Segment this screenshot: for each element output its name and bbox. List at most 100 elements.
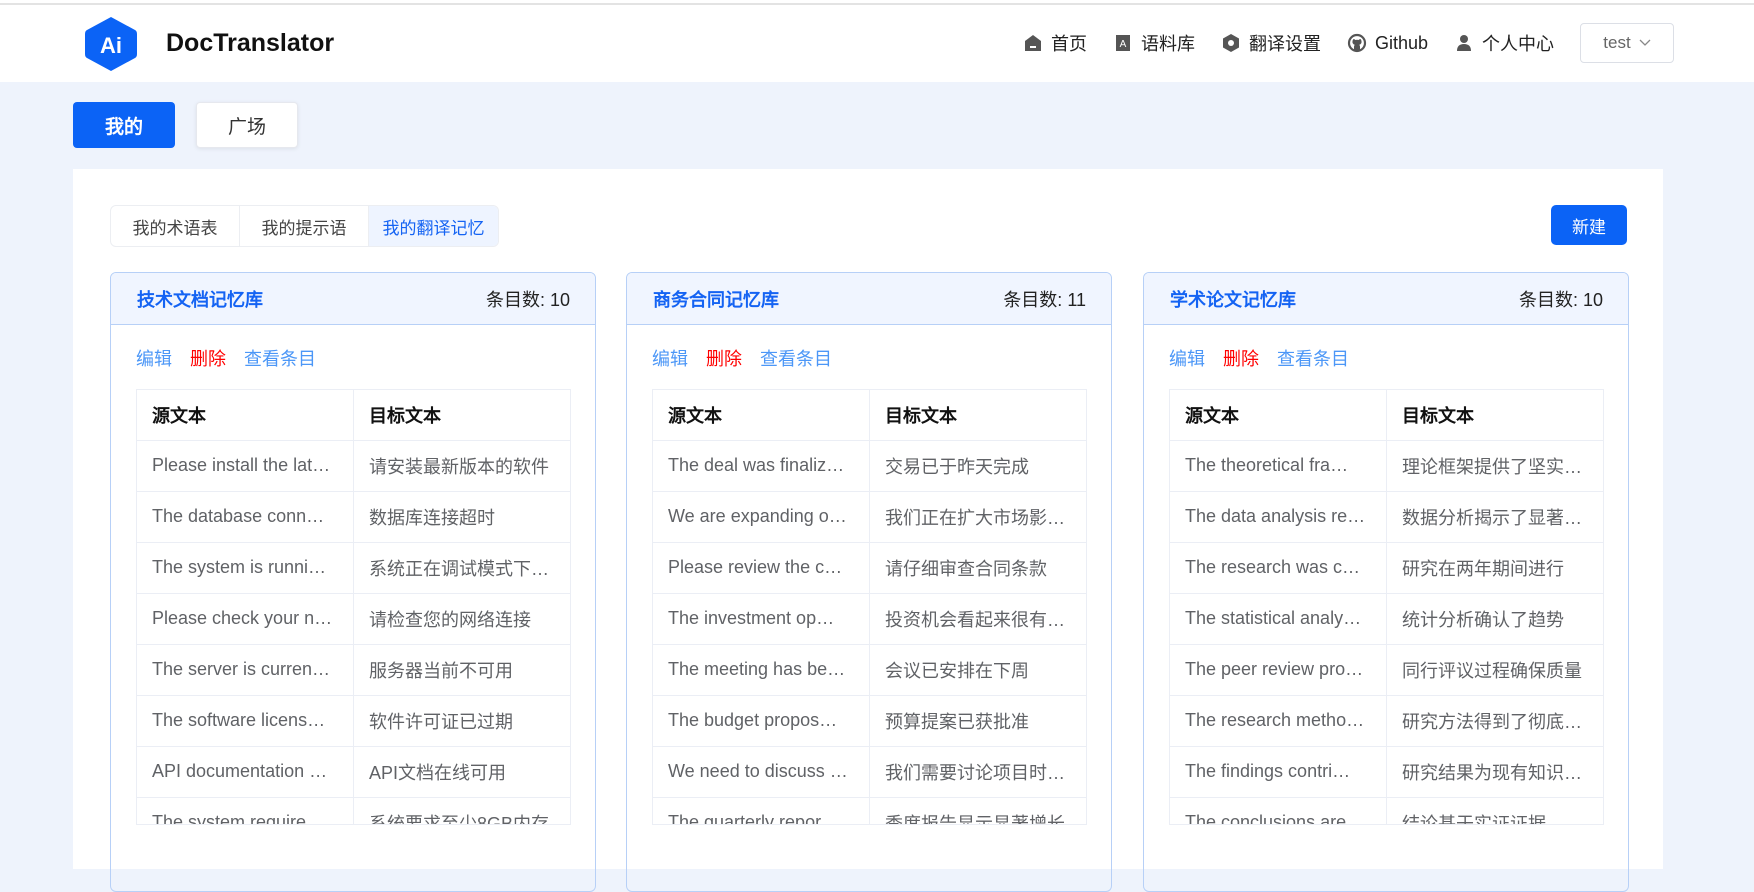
table-row[interactable]: The database conn… 数据库连接超时 (137, 491, 570, 543)
card-title[interactable]: 学术论文记忆库 (1170, 286, 1296, 312)
source-cell: Please install the lat… (137, 440, 354, 492)
table-row[interactable]: Please check your n… 请检查您的网络连接 (137, 593, 570, 645)
view-entries-link[interactable]: 查看条目 (1277, 345, 1349, 389)
table-row[interactable]: The findings contri… 研究结果为现有知识… (1170, 746, 1603, 798)
edit-link[interactable]: 编辑 (136, 345, 172, 389)
nav-label: 个人中心 (1482, 34, 1554, 54)
table-row[interactable]: Please install the lat… 请安装最新版本的软件 (137, 440, 570, 492)
target-cell: 软件许可证已过期 (353, 695, 570, 747)
table-row[interactable]: The research was c… 研究在两年期间进行 (1170, 542, 1603, 594)
source-cell: We are expanding o… (653, 491, 870, 543)
source-cell: The statistical analy… (1170, 593, 1387, 645)
target-cell: 数据库连接超时 (353, 491, 570, 543)
card-actions: 编辑 删除 查看条目 (111, 325, 595, 389)
source-cell: The server is curren… (137, 644, 354, 696)
top-header: Ai DocTranslator 首页 A 语料库 翻译设置 Github 个人… (0, 5, 1754, 82)
column-header-target: 目标文本 (1386, 390, 1603, 441)
target-cell: 结论基于实证证据 (1386, 797, 1603, 824)
memory-card: 技术文档记忆库 条目数: 10 编辑 删除 查看条目 源文本 目标文本 Please in… (110, 272, 596, 892)
target-cell: 请安装最新版本的软件 (353, 440, 570, 492)
nav-github[interactable]: Github (1347, 33, 1428, 54)
nav-label: 语料库 (1140, 34, 1195, 54)
table-row[interactable]: The software licens… 软件许可证已过期 (137, 695, 570, 747)
table-row[interactable]: API documentation … API文档在线可用 (137, 746, 570, 798)
source-cell: The database conn… (137, 491, 354, 543)
table-row[interactable]: The statistical analy… 统计分析确认了趋势 (1170, 593, 1603, 645)
new-button[interactable]: 新建 (1551, 205, 1627, 245)
entry-count: 条目数: 10 (485, 289, 570, 310)
nav-label: Github (1374, 32, 1428, 53)
source-cell: The system require… (137, 797, 354, 824)
column-header-source: 源文本 (1170, 390, 1387, 441)
nav-settings[interactable]: 翻译设置 (1221, 30, 1321, 56)
github-icon (1347, 33, 1367, 53)
delete-link[interactable]: 删除 (706, 345, 742, 389)
entries-table-scroll[interactable]: 源文本 目标文本 The deal was finaliz… 交易已于昨天完成 We a… (652, 389, 1087, 825)
chevron-down-icon (1639, 39, 1651, 46)
table-row[interactable]: The investment op… 投资机会看起来很有… (653, 593, 1086, 645)
table-row[interactable]: The theoretical fra… 理论框架提供了坚实… (1170, 440, 1603, 492)
scope-tab-plaza[interactable]: 广场 (196, 102, 298, 148)
logo-icon[interactable]: Ai (84, 16, 138, 72)
source-cell: We need to discuss … (653, 746, 870, 798)
target-cell: 统计分析确认了趋势 (1386, 593, 1603, 645)
tab-prompts[interactable]: 我的提示语 (240, 206, 369, 246)
card-title[interactable]: 商务合同记忆库 (653, 286, 779, 312)
source-cell: The data analysis re… (1170, 491, 1387, 543)
table-row[interactable]: The quarterly repor… 季度报告显示显著增长 (653, 797, 1086, 824)
source-cell: The investment op… (653, 593, 870, 645)
table-row[interactable]: The server is curren… 服务器当前不可用 (137, 644, 570, 696)
main-nav: 首页 A 语料库 翻译设置 Github 个人中心 test (1023, 23, 1674, 63)
table-row[interactable]: The research metho… 研究方法得到了彻底… (1170, 695, 1603, 747)
target-cell: 交易已于昨天完成 (869, 440, 1086, 492)
edit-link[interactable]: 编辑 (1169, 345, 1205, 389)
target-cell: API文档在线可用 (353, 746, 570, 798)
table-row[interactable]: We need to discuss … 我们需要讨论项目时… (653, 746, 1086, 798)
view-entries-link[interactable]: 查看条目 (244, 345, 316, 389)
edit-link[interactable]: 编辑 (652, 345, 688, 389)
delete-link[interactable]: 删除 (1223, 345, 1259, 389)
brand-title[interactable]: DocTranslator (166, 29, 334, 58)
tab-translation-memory[interactable]: 我的翻译记忆 (369, 206, 498, 246)
tab-glossary[interactable]: 我的术语表 (111, 206, 240, 246)
user-dropdown[interactable]: test (1580, 23, 1674, 63)
scope-tab-mine[interactable]: 我的 (73, 102, 175, 148)
table-row[interactable]: The system is runni… 系统正在调试模式下… (137, 542, 570, 594)
table-row[interactable]: The peer review pro… 同行评议过程确保质量 (1170, 644, 1603, 696)
memory-card: 商务合同记忆库 条目数: 11 编辑 删除 查看条目 源文本 目标文本 The deal … (626, 272, 1112, 892)
target-cell: 系统正在调试模式下… (353, 542, 570, 594)
entries-table-scroll[interactable]: 源文本 目标文本 Please install the lat… 请安装最新版本的软件… (136, 389, 571, 825)
view-entries-link[interactable]: 查看条目 (760, 345, 832, 389)
table-row[interactable]: The deal was finaliz… 交易已于昨天完成 (653, 440, 1086, 492)
table-row[interactable]: The data analysis re… 数据分析揭示了显著… (1170, 491, 1603, 543)
svg-text:A: A (1120, 39, 1127, 50)
source-cell: API documentation … (137, 746, 354, 798)
target-cell: 会议已安排在下周 (869, 644, 1086, 696)
svg-text:Ai: Ai (100, 33, 122, 58)
card-title[interactable]: 技术文档记忆库 (137, 286, 263, 312)
nav-profile[interactable]: 个人中心 (1454, 30, 1554, 56)
table-row[interactable]: Please review the c… 请仔细审查合同条款 (653, 542, 1086, 594)
table-row[interactable]: The conclusions are… 结论基于实证证据 (1170, 797, 1603, 824)
target-cell: 投资机会看起来很有… (869, 593, 1086, 645)
target-cell: 请检查您的网络连接 (353, 593, 570, 645)
nav-label: 翻译设置 (1248, 34, 1321, 54)
nav-corpus[interactable]: A 语料库 (1113, 30, 1195, 56)
target-cell: 季度报告显示显著增长 (869, 797, 1086, 824)
table-row[interactable]: The meeting has be… 会议已安排在下周 (653, 644, 1086, 696)
table-row[interactable]: The system require… 系统要求至少8GB内存 (137, 797, 570, 824)
source-cell: The software licens… (137, 695, 354, 747)
entries-table: 源文本 目标文本 The deal was finaliz… 交易已于昨天完成 We a… (653, 390, 1086, 824)
nav-home[interactable]: 首页 (1023, 30, 1087, 56)
entries-table-scroll[interactable]: 源文本 目标文本 The theoretical fra… 理论框架提供了坚实… The… (1169, 389, 1604, 825)
book-icon: A (1115, 35, 1130, 51)
card-actions: 编辑 删除 查看条目 (627, 325, 1111, 389)
entry-count: 条目数: 10 (1518, 289, 1603, 310)
source-cell: The system is runni… (137, 542, 354, 594)
table-row[interactable]: We are expanding o… 我们正在扩大市场影… (653, 491, 1086, 543)
column-header-target: 目标文本 (869, 390, 1086, 441)
table-row[interactable]: The budget propos… 预算提案已获批准 (653, 695, 1086, 747)
settings-icon (1222, 34, 1239, 52)
delete-link[interactable]: 删除 (190, 345, 226, 389)
card-header: 商务合同记忆库 条目数: 11 (627, 273, 1111, 325)
